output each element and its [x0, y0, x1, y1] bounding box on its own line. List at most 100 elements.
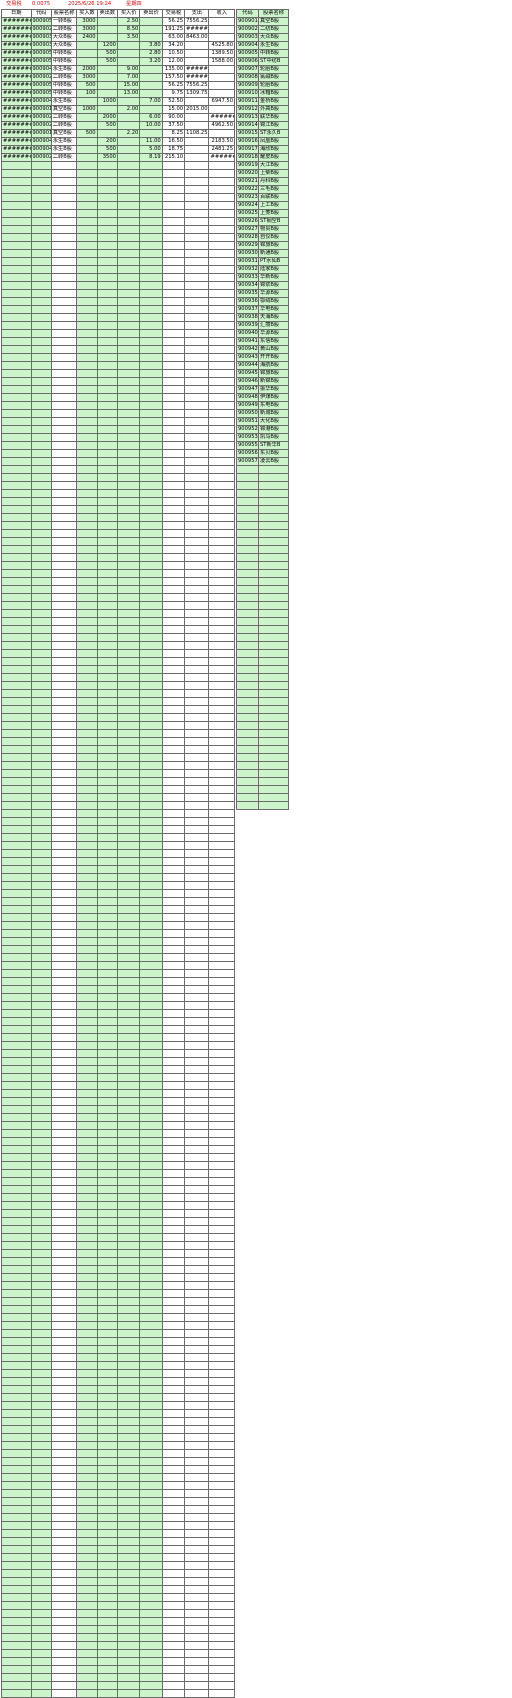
buy-price-cell[interactable]: 3.50	[116, 33, 141, 42]
buy-qty-cell[interactable]	[76, 929, 98, 938]
income-cell[interactable]	[208, 417, 235, 426]
sell-price-cell[interactable]	[139, 1217, 163, 1226]
sell-price-cell[interactable]	[139, 785, 163, 794]
sell-price-cell[interactable]	[139, 1273, 163, 1282]
sell-qty-cell[interactable]	[96, 953, 118, 962]
expense-cell[interactable]	[184, 537, 210, 546]
stock-code-cell[interactable]	[236, 617, 259, 626]
buy-qty-cell[interactable]	[76, 1353, 98, 1362]
code-cell[interactable]	[30, 953, 52, 962]
stock-name-cell[interactable]	[258, 729, 289, 738]
date-cell[interactable]	[1, 1313, 32, 1322]
date-cell[interactable]	[1, 273, 32, 282]
sell-qty-cell[interactable]	[96, 1641, 118, 1650]
buy-qty-cell[interactable]	[76, 1537, 98, 1546]
income-cell[interactable]	[208, 609, 235, 618]
tax-cell[interactable]	[161, 529, 186, 538]
sell-qty-cell[interactable]	[96, 1137, 118, 1146]
sell-qty-cell[interactable]	[96, 705, 118, 714]
sell-price-cell[interactable]	[139, 1081, 163, 1090]
date-cell[interactable]	[1, 489, 32, 498]
stock-code-cell[interactable]: 900906	[236, 57, 259, 66]
sell-price-cell[interactable]	[139, 545, 163, 554]
sell-qty-cell[interactable]	[96, 73, 118, 82]
sell-qty-cell[interactable]	[96, 569, 118, 578]
stock-name-cell[interactable]	[50, 313, 78, 322]
expense-cell[interactable]	[184, 113, 210, 122]
code-cell[interactable]: 900905	[30, 49, 52, 58]
income-cell[interactable]	[208, 625, 235, 634]
buy-qty-cell[interactable]	[76, 1329, 98, 1338]
income-cell[interactable]	[208, 73, 235, 82]
buy-price-cell[interactable]	[116, 1121, 141, 1130]
buy-price-cell[interactable]	[116, 417, 141, 426]
tax-cell[interactable]	[161, 369, 186, 378]
buy-qty-cell[interactable]	[76, 1009, 98, 1018]
sell-price-cell[interactable]	[139, 713, 163, 722]
code-cell[interactable]	[30, 1089, 52, 1098]
tax-cell[interactable]	[161, 1657, 186, 1666]
buy-price-cell[interactable]	[116, 801, 141, 810]
sell-price-cell[interactable]	[139, 881, 163, 890]
sell-price-cell[interactable]	[139, 185, 163, 194]
sell-qty-cell[interactable]	[96, 1361, 118, 1370]
expense-cell[interactable]	[184, 1009, 210, 1018]
tax-cell[interactable]	[161, 1665, 186, 1674]
stock-name-cell[interactable]: 永生B股	[50, 65, 78, 74]
code-cell[interactable]	[30, 1073, 52, 1082]
buy-price-cell[interactable]	[116, 233, 141, 242]
sell-price-cell[interactable]	[139, 537, 163, 546]
buy-price-cell[interactable]: 13.00	[116, 89, 141, 98]
sell-qty-cell[interactable]	[96, 561, 118, 570]
date-cell[interactable]	[1, 369, 32, 378]
tax-cell[interactable]	[161, 1017, 186, 1026]
stock-name-cell[interactable]: 耀皮B股	[258, 153, 289, 162]
expense-cell[interactable]	[184, 913, 210, 922]
sell-price-cell[interactable]	[139, 1001, 163, 1010]
sell-price-cell[interactable]	[139, 409, 163, 418]
sell-qty-cell[interactable]	[96, 89, 118, 98]
income-cell[interactable]	[208, 1273, 235, 1282]
date-cell[interactable]	[1, 1353, 32, 1362]
stock-name-cell[interactable]	[50, 713, 78, 722]
buy-qty-cell[interactable]	[76, 217, 98, 226]
sell-qty-cell[interactable]	[96, 865, 118, 874]
stock-name-cell[interactable]	[50, 593, 78, 602]
buy-qty-cell[interactable]	[76, 1601, 98, 1610]
stock-name-cell[interactable]: 轮胎B股	[258, 65, 289, 74]
sell-qty-cell[interactable]	[96, 1113, 118, 1122]
sell-qty-cell[interactable]	[96, 1457, 118, 1466]
code-cell[interactable]: 900902	[30, 25, 52, 34]
expense-cell[interactable]	[184, 121, 210, 130]
stock-name-cell[interactable]: 上工B股	[258, 201, 289, 210]
expense-cell[interactable]	[184, 217, 210, 226]
sell-qty-cell[interactable]	[96, 985, 118, 994]
date-cell[interactable]: ########	[1, 81, 32, 90]
expense-cell[interactable]	[184, 705, 210, 714]
date-cell[interactable]: ########	[1, 145, 32, 154]
code-cell[interactable]	[30, 905, 52, 914]
date-cell[interactable]	[1, 1433, 32, 1442]
date-cell[interactable]	[1, 1089, 32, 1098]
income-cell[interactable]	[208, 953, 235, 962]
buy-price-cell[interactable]	[116, 769, 141, 778]
stock-name-cell[interactable]	[50, 1137, 78, 1146]
tax-cell[interactable]	[161, 889, 186, 898]
tax-cell[interactable]	[161, 1617, 186, 1626]
expense-cell[interactable]	[184, 1673, 210, 1682]
stock-name-cell[interactable]: 新城B股	[258, 409, 289, 418]
buy-qty-cell[interactable]	[76, 1193, 98, 1202]
stock-code-cell[interactable]	[236, 761, 259, 770]
buy-qty-cell[interactable]: 3000	[76, 25, 98, 34]
buy-qty-cell[interactable]	[76, 1273, 98, 1282]
sell-qty-cell[interactable]	[96, 817, 118, 826]
date-cell[interactable]	[1, 1097, 32, 1106]
buy-qty-cell[interactable]	[76, 145, 98, 154]
stock-name-cell[interactable]: 陆家B股	[258, 265, 289, 274]
buy-qty-cell[interactable]	[76, 1617, 98, 1626]
date-cell[interactable]	[1, 689, 32, 698]
code-cell[interactable]	[30, 1481, 52, 1490]
stock-name-cell[interactable]: PT水仙B	[258, 257, 289, 266]
buy-price-cell[interactable]	[116, 1449, 141, 1458]
date-cell[interactable]	[1, 633, 32, 642]
